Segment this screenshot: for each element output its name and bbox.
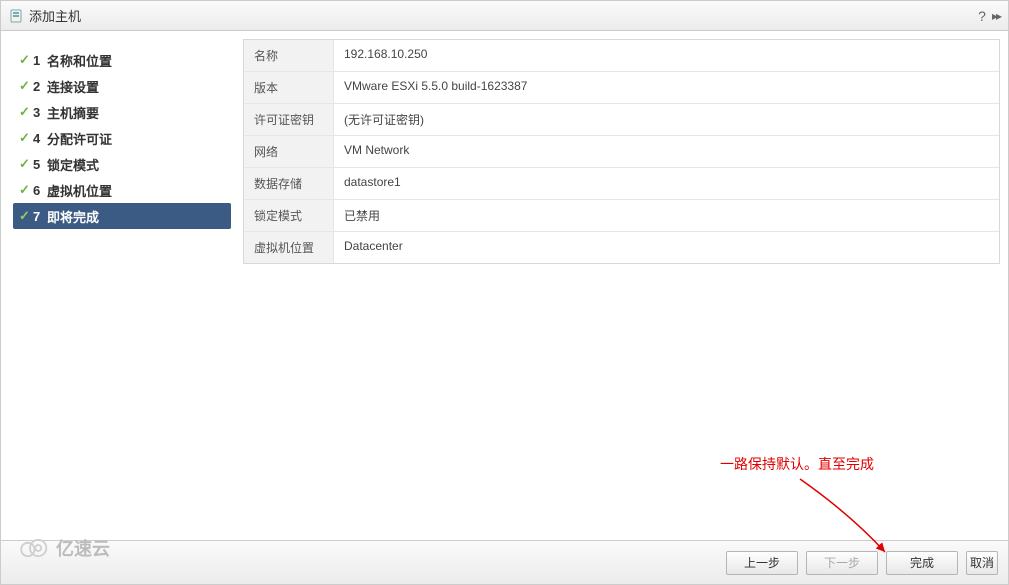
table-row: 数据存储 datastore1 — [244, 168, 999, 200]
step-connection[interactable]: ✓ 2 连接设置 — [13, 73, 231, 99]
step-ready[interactable]: ✓ 7 即将完成 — [13, 203, 231, 229]
row-key: 锁定模式 — [244, 200, 334, 231]
check-icon: ✓ — [19, 52, 33, 68]
row-value: 已禁用 — [334, 200, 999, 231]
help-icon[interactable]: ? — [978, 8, 986, 24]
row-key: 数据存储 — [244, 168, 334, 199]
summary-table: 名称 192.168.10.250 版本 VMware ESXi 5.5.0 b… — [243, 39, 1000, 264]
step-vm-location[interactable]: ✓ 6 虚拟机位置 — [13, 177, 231, 203]
dialog-title: 添加主机 — [29, 6, 978, 25]
row-key: 版本 — [244, 72, 334, 103]
step-license[interactable]: ✓ 4 分配许可证 — [13, 125, 231, 151]
step-host-summary[interactable]: ✓ 3 主机摘要 — [13, 99, 231, 125]
check-icon: ✓ — [19, 182, 33, 198]
check-icon: ✓ — [19, 130, 33, 146]
main-panel: 名称 192.168.10.250 版本 VMware ESXi 5.5.0 b… — [235, 39, 1000, 540]
step-lockdown[interactable]: ✓ 5 锁定模式 — [13, 151, 231, 177]
dialog-footer: 上一步 下一步 完成 取消 — [1, 540, 1008, 584]
check-icon: ✓ — [19, 78, 33, 94]
titlebar: 添加主机 ? ▸▸ — [1, 1, 1008, 31]
row-value: (无许可证密钥) — [334, 104, 999, 135]
row-key: 许可证密钥 — [244, 104, 334, 135]
table-row: 版本 VMware ESXi 5.5.0 build-1623387 — [244, 72, 999, 104]
row-key: 网络 — [244, 136, 334, 167]
row-key: 虚拟机位置 — [244, 232, 334, 263]
check-icon: ✓ — [19, 156, 33, 172]
row-value: Datacenter — [334, 232, 999, 263]
row-key: 名称 — [244, 40, 334, 71]
row-value: datastore1 — [334, 168, 999, 199]
step-name-location[interactable]: ✓ 1 名称和位置 — [13, 47, 231, 73]
check-icon: ✓ — [19, 208, 33, 224]
host-icon — [9, 9, 23, 23]
table-row: 锁定模式 已禁用 — [244, 200, 999, 232]
table-row: 许可证密钥 (无许可证密钥) — [244, 104, 999, 136]
back-button[interactable]: 上一步 — [726, 551, 798, 575]
next-button: 下一步 — [806, 551, 878, 575]
check-icon: ✓ — [19, 104, 33, 120]
row-value: VMware ESXi 5.5.0 build-1623387 — [334, 72, 999, 103]
finish-button[interactable]: 完成 — [886, 551, 958, 575]
table-row: 虚拟机位置 Datacenter — [244, 232, 999, 263]
wizard-sidebar: ✓ 1 名称和位置 ✓ 2 连接设置 ✓ 3 主机摘要 ✓ 4 分配许可证 ✓ — [9, 39, 235, 540]
row-value: 192.168.10.250 — [334, 40, 999, 71]
collapse-icon[interactable]: ▸▸ — [992, 9, 1000, 23]
table-row: 网络 VM Network — [244, 136, 999, 168]
add-host-dialog: 添加主机 ? ▸▸ ✓ 1 名称和位置 ✓ 2 连接设置 ✓ 3 主机摘要 ✓ … — [0, 0, 1009, 585]
table-row: 名称 192.168.10.250 — [244, 40, 999, 72]
cancel-button[interactable]: 取消 — [966, 551, 998, 575]
dialog-body: ✓ 1 名称和位置 ✓ 2 连接设置 ✓ 3 主机摘要 ✓ 4 分配许可证 ✓ — [1, 31, 1008, 540]
row-value: VM Network — [334, 136, 999, 167]
